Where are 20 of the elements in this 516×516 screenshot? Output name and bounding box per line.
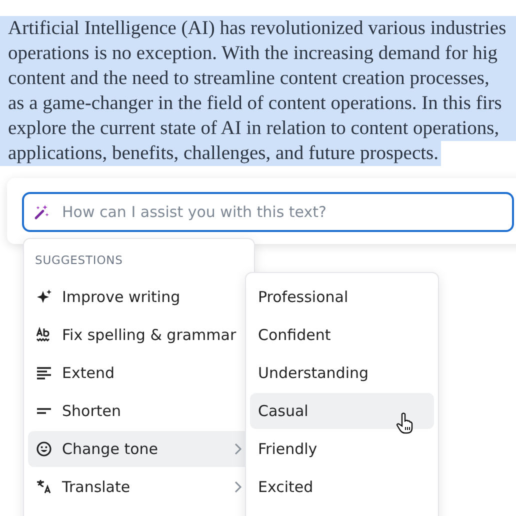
menu-item[interactable]: Improve writing xyxy=(28,279,250,315)
menu-item[interactable]: Professional xyxy=(250,279,434,315)
menu-item[interactable]: Translate xyxy=(28,469,250,505)
suggestions-heading: SUGGESTIONS xyxy=(34,252,124,269)
menu-item[interactable]: Understanding xyxy=(250,355,434,391)
menu-item[interactable]: Fix spelling & grammar xyxy=(28,317,250,353)
sparkle-icon xyxy=(36,289,52,305)
menu-item[interactable]: Shorten xyxy=(28,393,250,429)
menu-item[interactable]: Excited xyxy=(250,469,434,505)
menu-item[interactable]: Friendly xyxy=(250,431,434,467)
spelling-icon xyxy=(36,327,52,343)
menu-item[interactable]: Extend xyxy=(28,355,250,391)
translate-icon xyxy=(36,479,52,495)
smiley-icon xyxy=(36,441,52,457)
hand-cursor-icon xyxy=(396,412,414,434)
prompt-input-field[interactable]: How can I assist you with this text? xyxy=(22,192,514,232)
magic-wand-icon xyxy=(34,204,50,220)
long-text-icon xyxy=(36,365,52,381)
menu-item[interactable]: Casual xyxy=(250,393,434,429)
menu-item[interactable]: Confident xyxy=(250,317,434,353)
